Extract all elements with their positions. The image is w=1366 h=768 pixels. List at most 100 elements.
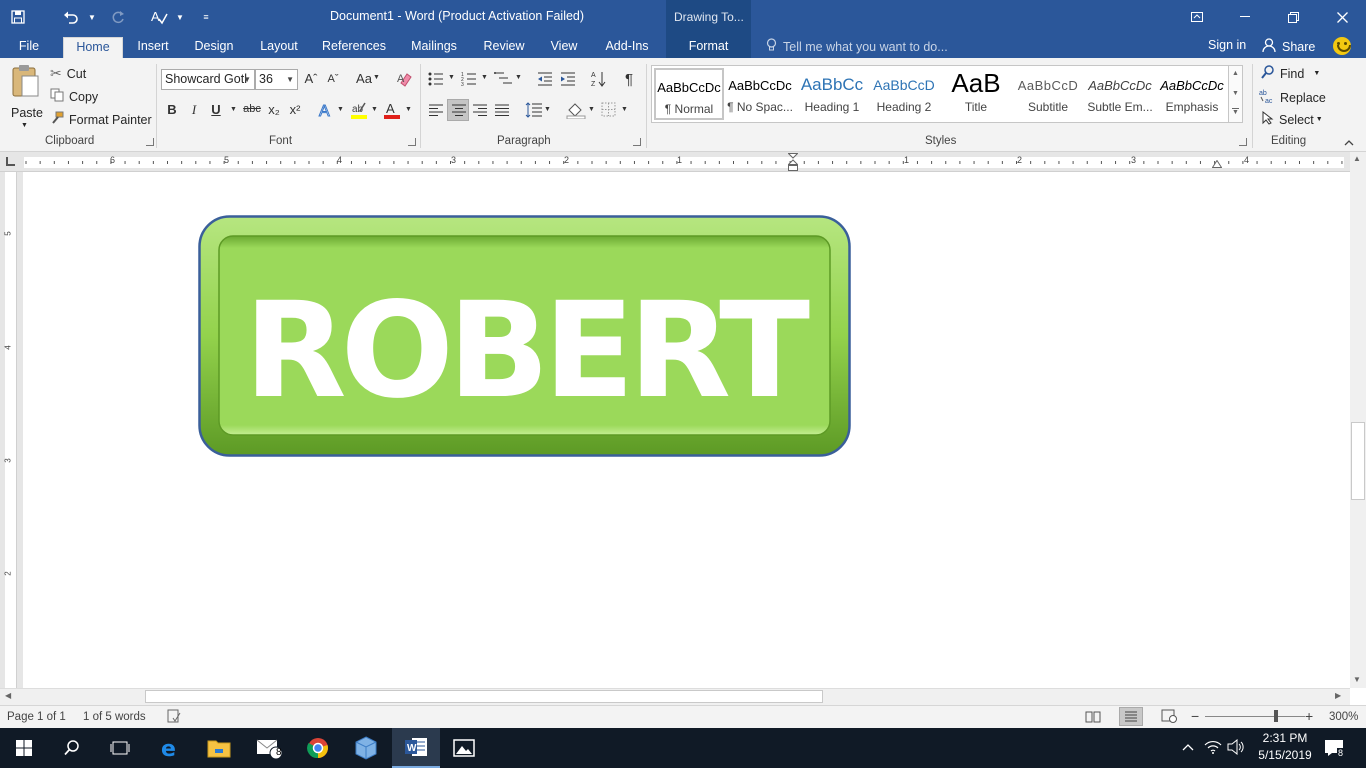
more-styles-icon[interactable]: ▼	[1232, 108, 1239, 116]
mail-icon[interactable]: 8	[246, 728, 294, 768]
tab-file[interactable]: File	[12, 37, 46, 58]
edge-browser-icon[interactable]: e	[147, 728, 195, 768]
zoom-out-icon[interactable]: −	[1191, 708, 1199, 724]
task-view-icon[interactable]	[96, 728, 144, 768]
style-subtitle[interactable]: AaBbCcD Subtitle	[1013, 68, 1083, 120]
grow-font-icon[interactable]: Aˆ	[303, 71, 319, 86]
feedback-smiley-icon[interactable]	[1333, 37, 1351, 55]
chevron-down-icon[interactable]: ▼	[544, 106, 551, 113]
tell-me-search[interactable]: Tell me what you want to do...	[766, 38, 948, 55]
scroll-up-icon[interactable]: ▲	[1353, 154, 1361, 163]
superscript-button[interactable]: x²	[287, 102, 303, 117]
tab-layout[interactable]: Layout	[255, 37, 303, 58]
undo-icon[interactable]	[56, 0, 86, 34]
minimize-icon[interactable]	[1221, 0, 1269, 34]
read-mode-icon[interactable]	[1085, 710, 1101, 726]
find-button[interactable]: Find ▼	[1261, 65, 1320, 82]
format-painter-button[interactable]: Format Painter	[50, 111, 152, 128]
sign-in-link[interactable]: Sign in	[1208, 38, 1246, 52]
zoom-in-icon[interactable]: +	[1305, 708, 1313, 724]
justify-icon[interactable]	[494, 104, 510, 120]
photos-app-icon[interactable]	[440, 728, 488, 768]
vertical-ruler[interactable]: 5 4 3 2	[4, 172, 17, 688]
indent-marker-icon[interactable]	[788, 153, 798, 171]
save-icon[interactable]	[0, 0, 36, 34]
restore-icon[interactable]	[1269, 0, 1317, 34]
align-center-icon[interactable]	[447, 99, 469, 121]
share-button[interactable]: Share	[1262, 38, 1315, 56]
bold-button[interactable]: B	[165, 102, 179, 117]
proofing-icon[interactable]	[167, 709, 181, 726]
scroll-right-icon[interactable]: ▶	[1335, 691, 1341, 700]
style-subtle-emphasis[interactable]: AaBbCcDc Subtle Em...	[1085, 68, 1155, 120]
app-3d-box-icon[interactable]	[342, 728, 390, 768]
align-right-icon[interactable]	[472, 104, 488, 120]
customize-qat-icon[interactable]: ≡	[186, 0, 226, 34]
strikethrough-button[interactable]: abc	[242, 103, 262, 115]
chevron-down-icon[interactable]: ▼	[1232, 90, 1239, 97]
increase-indent-icon[interactable]	[560, 72, 576, 89]
tab-design[interactable]: Design	[190, 37, 238, 58]
tab-format[interactable]: Format	[666, 34, 751, 58]
horizontal-scroll-thumb[interactable]	[145, 690, 823, 703]
wifi-icon[interactable]	[1204, 739, 1222, 758]
chevron-down-icon[interactable]: ▼	[405, 106, 412, 113]
style-title[interactable]: AaB Title	[941, 68, 1011, 120]
styles-launcher-icon[interactable]	[1239, 138, 1247, 146]
zoom-level[interactable]: 300%	[1329, 711, 1358, 723]
replace-button[interactable]: ab ac Replace	[1259, 88, 1326, 107]
search-icon[interactable]	[48, 728, 96, 768]
highlight-icon[interactable]: ab	[350, 101, 368, 122]
chevron-down-icon[interactable]: ▼	[337, 106, 344, 113]
underline-button[interactable]: U	[209, 102, 223, 117]
numbering-icon[interactable]: 123	[461, 71, 477, 89]
chevron-down-icon[interactable]: ▼	[515, 74, 522, 81]
file-explorer-icon[interactable]	[195, 728, 243, 768]
align-left-icon[interactable]	[428, 104, 444, 120]
tab-review[interactable]: Review	[480, 37, 528, 58]
word-app-icon[interactable]: W	[392, 728, 440, 768]
font-launcher-icon[interactable]	[408, 138, 416, 146]
right-indent-marker-icon[interactable]	[1212, 160, 1222, 168]
cut-button[interactable]: ✂ Cut	[50, 65, 86, 82]
font-size-combo[interactable]: 36 ▼	[255, 69, 298, 90]
line-spacing-icon[interactable]	[525, 102, 543, 121]
change-case-icon[interactable]: Aa	[354, 71, 374, 86]
multilevel-list-icon[interactable]	[494, 71, 512, 89]
tab-references[interactable]: References	[320, 37, 388, 58]
bullets-icon[interactable]	[428, 72, 444, 89]
chevron-down-icon[interactable]: ▼	[448, 74, 455, 81]
clear-formatting-icon[interactable]: A	[397, 71, 413, 90]
tab-mailings[interactable]: Mailings	[406, 37, 462, 58]
spelling-dropdown-icon[interactable]: ▼	[174, 0, 186, 34]
web-layout-icon[interactable]	[1161, 709, 1177, 726]
ribbon-display-options-icon[interactable]	[1173, 0, 1221, 34]
page-count[interactable]: Page 1 of 1	[7, 711, 66, 723]
paste-dropdown-icon[interactable]: ▼	[21, 122, 28, 129]
chevron-up-icon[interactable]	[1182, 740, 1194, 754]
zoom-slider-thumb[interactable]	[1274, 710, 1278, 722]
font-name-combo[interactable]: Showcard Gotl ▼	[161, 69, 255, 90]
font-color-icon[interactable]: A	[384, 101, 400, 122]
chevron-down-icon[interactable]: ▼	[621, 106, 628, 113]
select-button[interactable]: Select ▼	[1262, 110, 1323, 128]
clipboard-launcher-icon[interactable]	[146, 138, 154, 146]
vertical-scroll-thumb[interactable]	[1351, 422, 1365, 500]
chevron-up-icon[interactable]: ▲	[1232, 70, 1239, 77]
text-effects-icon[interactable]: A	[318, 102, 334, 121]
chevron-down-icon[interactable]: ▼	[373, 74, 380, 81]
scroll-left-icon[interactable]: ◀	[5, 691, 11, 700]
shading-icon[interactable]	[566, 101, 586, 122]
start-button[interactable]	[0, 728, 48, 768]
style-heading-2[interactable]: AaBbCcD Heading 2	[869, 68, 939, 120]
tab-view[interactable]: View	[545, 37, 583, 58]
borders-icon[interactable]	[601, 102, 616, 120]
subscript-button[interactable]: x₂	[266, 102, 282, 117]
paste-button[interactable]: Paste ▼	[8, 64, 43, 129]
tab-insert[interactable]: Insert	[132, 37, 174, 58]
copy-button[interactable]: Copy	[50, 88, 98, 105]
close-icon[interactable]	[1318, 0, 1366, 34]
style-heading-1[interactable]: AaBbCc Heading 1	[797, 68, 867, 120]
scroll-down-icon[interactable]: ▼	[1353, 675, 1361, 684]
paragraph-launcher-icon[interactable]	[633, 138, 641, 146]
